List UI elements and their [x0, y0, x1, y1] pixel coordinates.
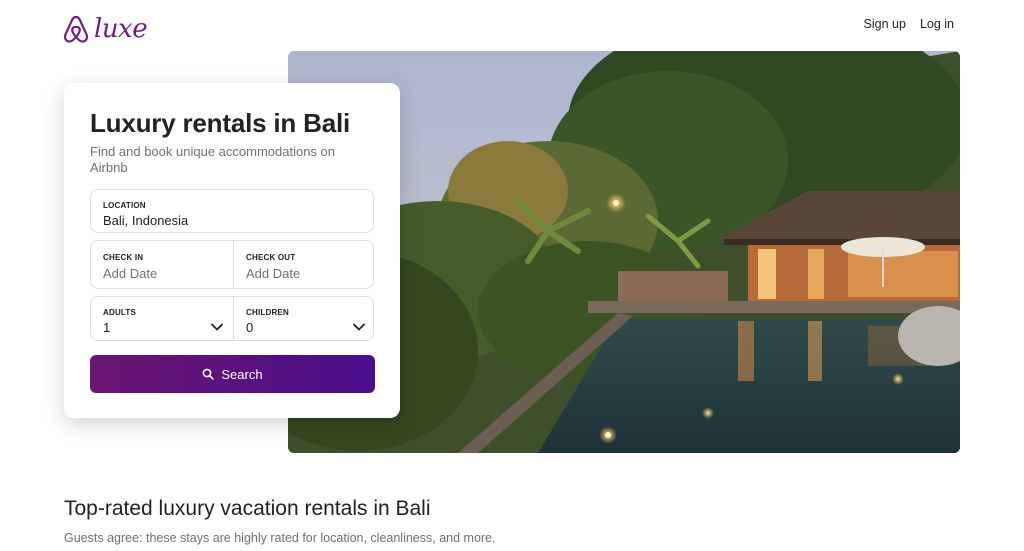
location-label: LOCATION: [103, 201, 146, 210]
adults-value: 1: [103, 320, 111, 335]
date-fields: CHECK IN Add Date CHECK OUT Add Date: [90, 240, 374, 289]
signup-link[interactable]: Sign up: [864, 17, 906, 31]
search-icon: [202, 368, 214, 380]
card-subtitle: Find and book unique accommodations on A…: [90, 144, 335, 175]
check-in-placeholder: Add Date: [103, 266, 158, 281]
search-button-label: Search: [221, 366, 263, 382]
auth-links: Sign up Log in: [864, 17, 954, 31]
section-title: Top-rated luxury vacation rentals in Bal…: [64, 497, 431, 520]
top-bar: luxe Sign up Log in: [0, 0, 1024, 50]
location-value: Bali, Indonesia: [103, 213, 189, 228]
check-in-field[interactable]: CHECK IN Add Date: [91, 241, 233, 288]
card-title: Luxury rentals in Bali: [90, 108, 351, 138]
adults-label: ADULTS: [103, 308, 137, 317]
check-in-label: CHECK IN: [103, 253, 144, 262]
chevron-down-icon: [353, 323, 365, 331]
airbnb-belo-icon: [63, 15, 89, 43]
adults-select[interactable]: ADULTS 1: [91, 297, 233, 340]
children-value: 0: [246, 320, 254, 335]
search-button[interactable]: Search: [90, 355, 375, 393]
check-out-field[interactable]: CHECK OUT Add Date: [233, 241, 375, 288]
check-out-label: CHECK OUT: [246, 253, 296, 262]
location-field[interactable]: LOCATION Bali, Indonesia: [90, 189, 374, 233]
children-label: CHILDREN: [246, 308, 289, 317]
login-link[interactable]: Log in: [920, 17, 954, 31]
guest-fields: ADULTS 1 CHILDREN 0: [90, 296, 374, 341]
brand-wordmark: luxe: [94, 14, 148, 44]
search-card: Luxury rentals in Bali Find and book uni…: [64, 83, 400, 418]
section-subtitle: Guests agree: these stays are highly rat…: [64, 531, 496, 545]
luxe-logo[interactable]: luxe: [62, 13, 148, 45]
children-select[interactable]: CHILDREN 0: [233, 297, 375, 340]
chevron-down-icon: [211, 323, 223, 331]
check-out-placeholder: Add Date: [246, 266, 301, 281]
